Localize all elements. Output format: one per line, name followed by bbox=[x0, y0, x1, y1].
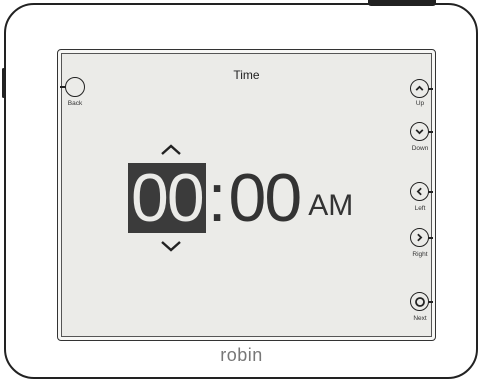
right-label: Right bbox=[412, 251, 428, 258]
ampm-field[interactable]: AM bbox=[308, 189, 353, 223]
left-tick bbox=[428, 191, 433, 193]
ring-icon bbox=[414, 296, 425, 307]
side-button[interactable] bbox=[2, 68, 5, 98]
next-tick bbox=[428, 301, 433, 303]
back-tick bbox=[60, 86, 66, 88]
right-tick bbox=[428, 237, 433, 239]
back-label: Back bbox=[67, 100, 83, 107]
down-label: Down bbox=[411, 145, 429, 152]
time-display: 00 : 00 AM bbox=[128, 163, 353, 233]
left-button[interactable] bbox=[410, 182, 429, 201]
down-button[interactable] bbox=[410, 122, 429, 141]
down-tick bbox=[428, 131, 433, 133]
chevron-right-icon bbox=[417, 233, 423, 242]
time-separator: : bbox=[207, 160, 227, 236]
screen-title: Time bbox=[233, 68, 260, 82]
chevron-up-icon bbox=[415, 85, 424, 91]
hour-up-chevron-icon[interactable] bbox=[159, 142, 183, 156]
up-label: Up bbox=[415, 100, 425, 107]
chevron-left-icon bbox=[416, 187, 422, 196]
up-button[interactable] bbox=[410, 79, 429, 98]
left-label: Left bbox=[414, 205, 426, 212]
next-button[interactable] bbox=[410, 292, 429, 311]
up-tick bbox=[428, 88, 433, 90]
brand-logo: robin bbox=[220, 345, 263, 365]
back-button[interactable] bbox=[65, 77, 85, 97]
hour-down-chevron-icon[interactable] bbox=[159, 240, 183, 254]
hour-field[interactable]: 00 bbox=[128, 163, 206, 233]
next-label: Next bbox=[413, 315, 427, 322]
minute-field[interactable]: 00 bbox=[229, 163, 303, 233]
top-button[interactable] bbox=[368, 0, 436, 6]
chevron-down-icon bbox=[415, 129, 424, 135]
right-button[interactable] bbox=[410, 228, 429, 247]
